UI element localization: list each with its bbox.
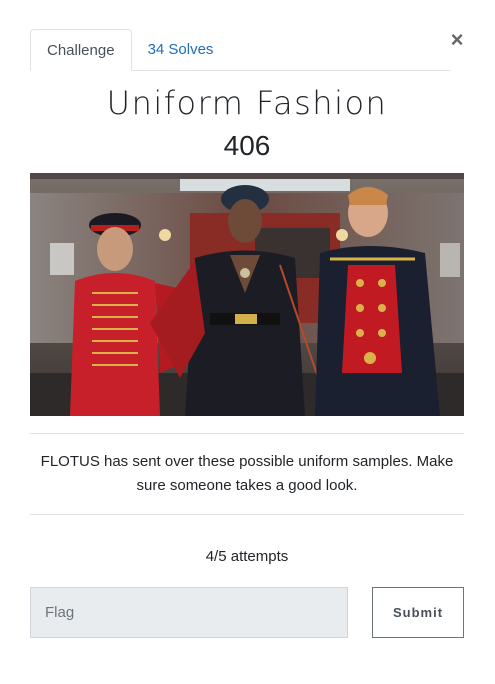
divider-top bbox=[30, 433, 464, 434]
challenge-description: FLOTUS has sent over these possible unif… bbox=[40, 453, 454, 494]
close-icon[interactable]: × bbox=[448, 29, 466, 51]
tab-challenge[interactable]: Challenge bbox=[30, 29, 132, 71]
flag-input[interactable] bbox=[30, 587, 348, 638]
tab-solves-label: 34 Solves bbox=[147, 41, 214, 58]
attempts-counter: 4/5 attempts bbox=[205, 548, 289, 565]
challenge-image bbox=[30, 173, 464, 416]
challenge-modal: Challenge 34 Solves × Uniform Fashion 40… bbox=[0, 0, 495, 684]
challenge-title: Uniform Fashion bbox=[106, 84, 388, 122]
challenge-value: 406 bbox=[223, 130, 271, 161]
tab-solves[interactable]: 34 Solves bbox=[132, 29, 230, 70]
submit-button[interactable]: Submit bbox=[372, 587, 464, 638]
challenge-tabs: Challenge 34 Solves bbox=[30, 28, 450, 71]
tab-challenge-label: Challenge bbox=[47, 41, 115, 59]
divider-bottom bbox=[30, 514, 464, 515]
